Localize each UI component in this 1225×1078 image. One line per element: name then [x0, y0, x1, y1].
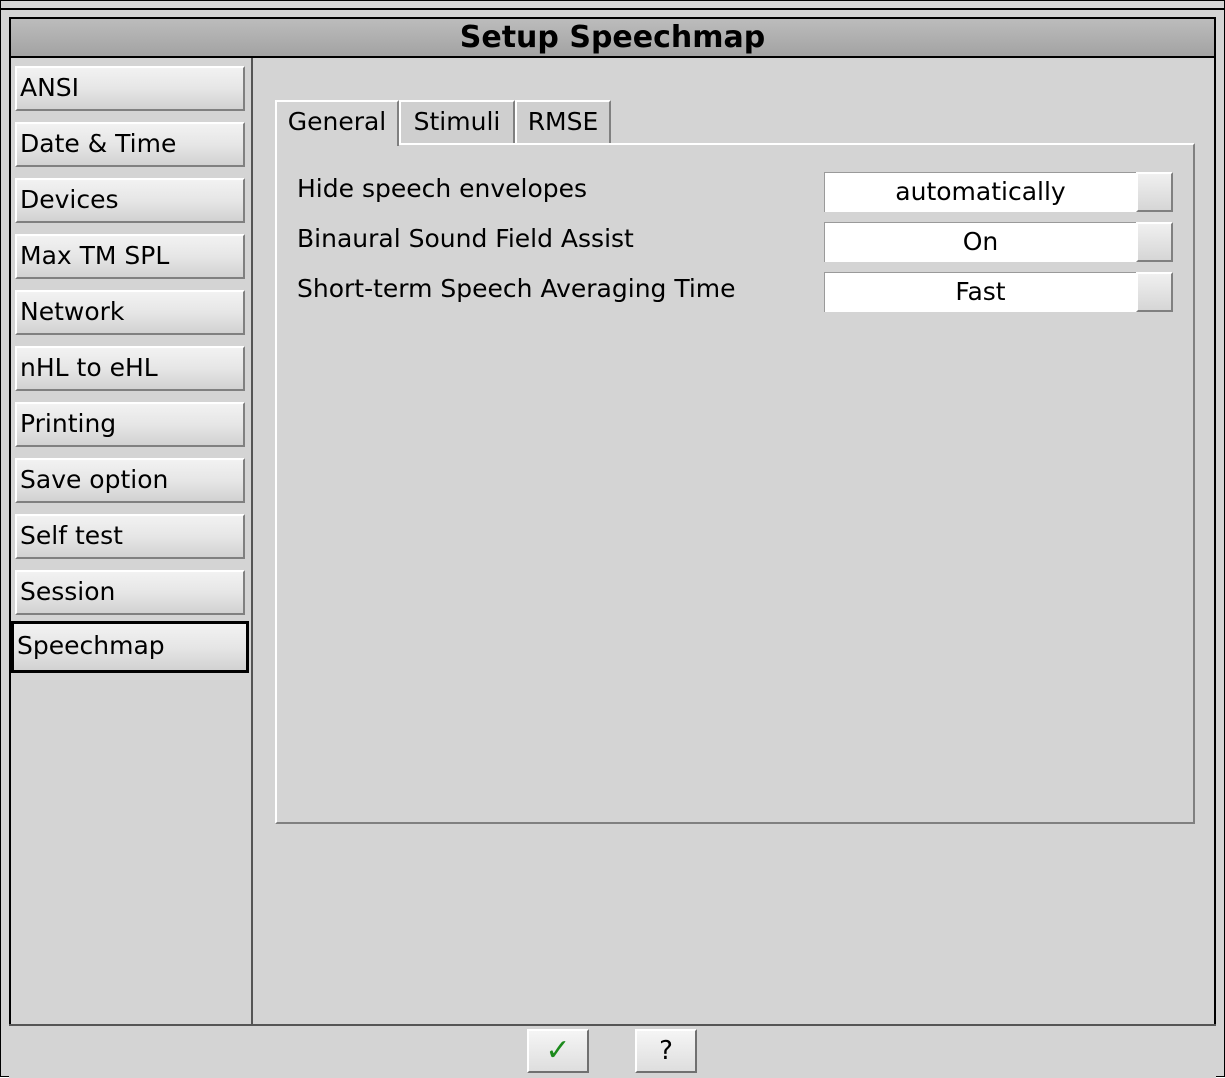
sidebar-item-session[interactable]: Session — [15, 570, 245, 615]
setting-row-hide-speech-envelopes: Hide speech envelopes automatically — [297, 169, 1177, 212]
sidebar-item-devices[interactable]: Devices — [15, 178, 245, 223]
frame-left-border — [9, 58, 11, 1078]
sidebar-item-network[interactable]: Network — [15, 290, 245, 335]
check-icon: ✓ — [545, 1033, 571, 1068]
sidebar-item-max-tm-spl[interactable]: Max TM SPL — [15, 234, 245, 279]
setting-row-speech-averaging-time: Short-term Speech Averaging Time Fast — [297, 269, 1177, 312]
sidebar-item-date-time[interactable]: Date & Time — [15, 122, 245, 167]
tab-general[interactable]: General — [275, 100, 399, 146]
tab-rmse[interactable]: RMSE — [515, 100, 611, 144]
tab-stimuli[interactable]: Stimuli — [399, 100, 515, 144]
sidebar-item-nhl-to-ehl[interactable]: nHL to eHL — [15, 346, 245, 391]
sidebar-item-self-test[interactable]: Self test — [15, 514, 245, 559]
help-button[interactable]: ? — [635, 1029, 697, 1073]
dropdown-button[interactable] — [1136, 272, 1173, 312]
dropdown-button[interactable] — [1136, 222, 1173, 262]
setting-label: Binaural Sound Field Assist — [297, 224, 634, 253]
window-title: Setup Speechmap — [9, 17, 1216, 58]
window-top-border — [1, 8, 1225, 10]
setting-label: Hide speech envelopes — [297, 174, 588, 203]
sidebar-item-printing[interactable]: Printing — [15, 402, 245, 447]
setup-window: Setup Speechmap ANSI Date & Time Devices… — [0, 0, 1225, 1078]
content-area: General Stimuli RMSE Hide speech envelop… — [253, 60, 1214, 1025]
hide-speech-envelopes-select[interactable]: automatically — [824, 172, 1136, 212]
setting-row-binaural-sound-field-assist: Binaural Sound Field Assist On — [297, 219, 1177, 262]
sidebar-item-speechmap[interactable]: Speechmap — [11, 621, 249, 673]
binaural-sound-field-assist-select[interactable]: On — [824, 222, 1136, 262]
general-tab-panel: Hide speech envelopes automatically Bina… — [275, 143, 1195, 824]
sidebar-item-save-option[interactable]: Save option — [15, 458, 245, 503]
ok-button[interactable]: ✓ — [527, 1029, 589, 1073]
sidebar-item-ansi[interactable]: ANSI — [15, 66, 245, 111]
dropdown-button[interactable] — [1136, 172, 1173, 212]
frame-right-border — [1214, 58, 1216, 1078]
setting-label: Short-term Speech Averaging Time — [297, 274, 736, 303]
speech-averaging-time-select[interactable]: Fast — [824, 272, 1136, 312]
footer-bar: ✓ ? — [9, 1024, 1216, 1078]
